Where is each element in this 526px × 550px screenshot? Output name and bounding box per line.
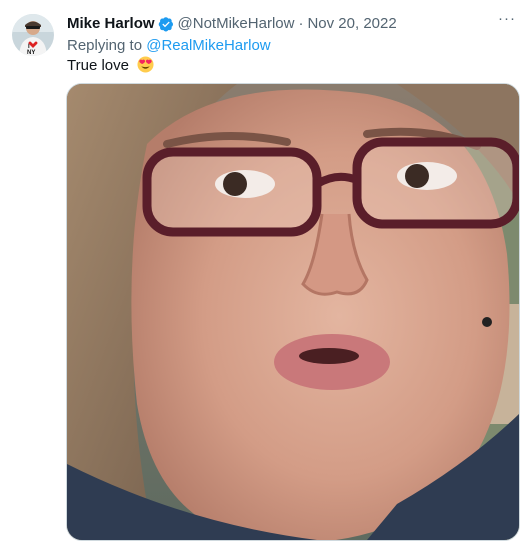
replying-prefix: Replying to [67, 37, 143, 54]
mention-link[interactable]: @RealMikeHarlow [146, 37, 270, 54]
author-handle[interactable]: @NotMikeHarlow [178, 14, 295, 34]
tweet-text: True love [67, 56, 154, 76]
separator-dot: · [298, 15, 304, 32]
tweet-media-image[interactable] [66, 83, 520, 541]
photo-illustration [67, 84, 519, 540]
svg-text:NY: NY [27, 50, 35, 56]
tweet-header: Mike Harlow @NotMikeHarlow · Nov 20, 202… [67, 14, 514, 34]
replying-to-line: Replying to @RealMikeHarlow [67, 36, 271, 56]
tweet-date[interactable]: Nov 20, 2022 [307, 14, 396, 34]
more-options-icon[interactable]: ··· [496, 11, 518, 32]
avatar-image: I NY [12, 14, 54, 56]
author-name[interactable]: Mike Harlow [67, 14, 155, 34]
heart-eyes-emoji-icon [137, 56, 154, 73]
verified-badge-icon [158, 16, 174, 32]
tweet-body: True love [67, 57, 129, 74]
avatar[interactable]: I NY [12, 14, 54, 56]
tweet-card[interactable]: I NY Mike Harlow @NotMikeHarlow · Nov 20… [0, 0, 526, 550]
